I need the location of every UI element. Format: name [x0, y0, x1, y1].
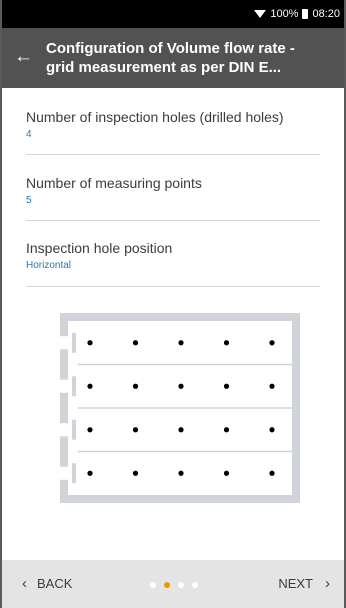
- wifi-icon: [254, 10, 267, 18]
- setting-inspection-holes[interactable]: Number of inspection holes (drilled hole…: [26, 108, 320, 155]
- duct-wall-right: [292, 313, 300, 503]
- page-title: Configuration of Volume flow rate - grid…: [46, 40, 295, 76]
- measuring-point: [132, 383, 139, 389]
- setting-value: 5: [26, 195, 32, 206]
- chevron-right-icon: ›: [325, 575, 330, 592]
- measuring-point: [269, 470, 275, 476]
- page-dot: [192, 582, 198, 588]
- duct-wall-left-segment: [60, 436, 68, 467]
- measuring-point: [223, 470, 230, 476]
- measuring-point: [269, 340, 275, 346]
- next-button[interactable]: NEXT ›: [278, 576, 330, 591]
- app-header: ← Configuration of Volume flow rate - gr…: [2, 28, 344, 88]
- measuring-point: [87, 383, 93, 389]
- page-indicator: [150, 582, 198, 588]
- inspection-hole-marker: [72, 376, 76, 397]
- setting-label: Number of inspection holes (drilled hole…: [26, 109, 284, 125]
- duct-wall-left-segment: [60, 313, 68, 337]
- page-dot: [178, 582, 184, 588]
- measuring-point: [132, 340, 139, 346]
- back-arrow-icon[interactable]: ←: [14, 47, 33, 66]
- measuring-point: [87, 427, 93, 433]
- measuring-point: [269, 427, 275, 433]
- next-label: NEXT: [278, 576, 313, 591]
- status-indicators: 100% 08:20: [254, 8, 340, 20]
- app-frame: 100% 08:20 ← Configuration of Volume flo…: [0, 0, 346, 608]
- measuring-point: [178, 340, 184, 346]
- inspection-hole-marker: [72, 419, 76, 440]
- measuring-point: [132, 427, 139, 433]
- clock: 08:20: [312, 8, 340, 20]
- inspection-hole-marker: [72, 332, 76, 353]
- battery-percent: 100%: [270, 8, 299, 20]
- inspection-hole-marker: [72, 463, 76, 484]
- status-bar: 100% 08:20: [2, 0, 344, 28]
- back-label: BACK: [37, 576, 73, 591]
- chevron-left-icon: ‹: [22, 575, 27, 592]
- measuring-point: [178, 470, 184, 476]
- back-button[interactable]: ‹ BACK: [22, 576, 72, 591]
- measuring-point: [223, 340, 230, 346]
- measuring-point: [87, 470, 93, 476]
- setting-value: 4: [26, 129, 32, 140]
- duct-wall-left-segment: [60, 349, 68, 380]
- measuring-point: [132, 470, 139, 476]
- duct-wall-left-segment: [60, 479, 68, 503]
- duct-wall-left-segment: [60, 392, 68, 424]
- setting-value: Horizontal: [26, 260, 72, 271]
- duct-wall-bottom: [60, 495, 300, 503]
- battery-icon: [302, 9, 309, 19]
- measuring-point: [223, 427, 230, 433]
- measuring-point: [223, 383, 230, 389]
- measuring-point: [87, 340, 93, 346]
- page-dot: [150, 582, 156, 588]
- setting-label: Number of measuring points: [26, 175, 202, 191]
- measuring-point: [178, 427, 184, 433]
- measuring-point: [269, 383, 275, 389]
- setting-hole-position[interactable]: Inspection hole position Horizontal: [26, 239, 320, 287]
- setting-measuring-points[interactable]: Number of measuring points 5: [26, 174, 320, 221]
- duct-wall-top: [60, 313, 300, 321]
- setting-label: Inspection hole position: [26, 240, 173, 256]
- page-dot: [164, 582, 170, 588]
- measuring-point: [178, 383, 184, 389]
- bottom-navigation: ‹ BACK NEXT ›: [2, 560, 344, 608]
- measurement-grid-diagram: [60, 313, 300, 503]
